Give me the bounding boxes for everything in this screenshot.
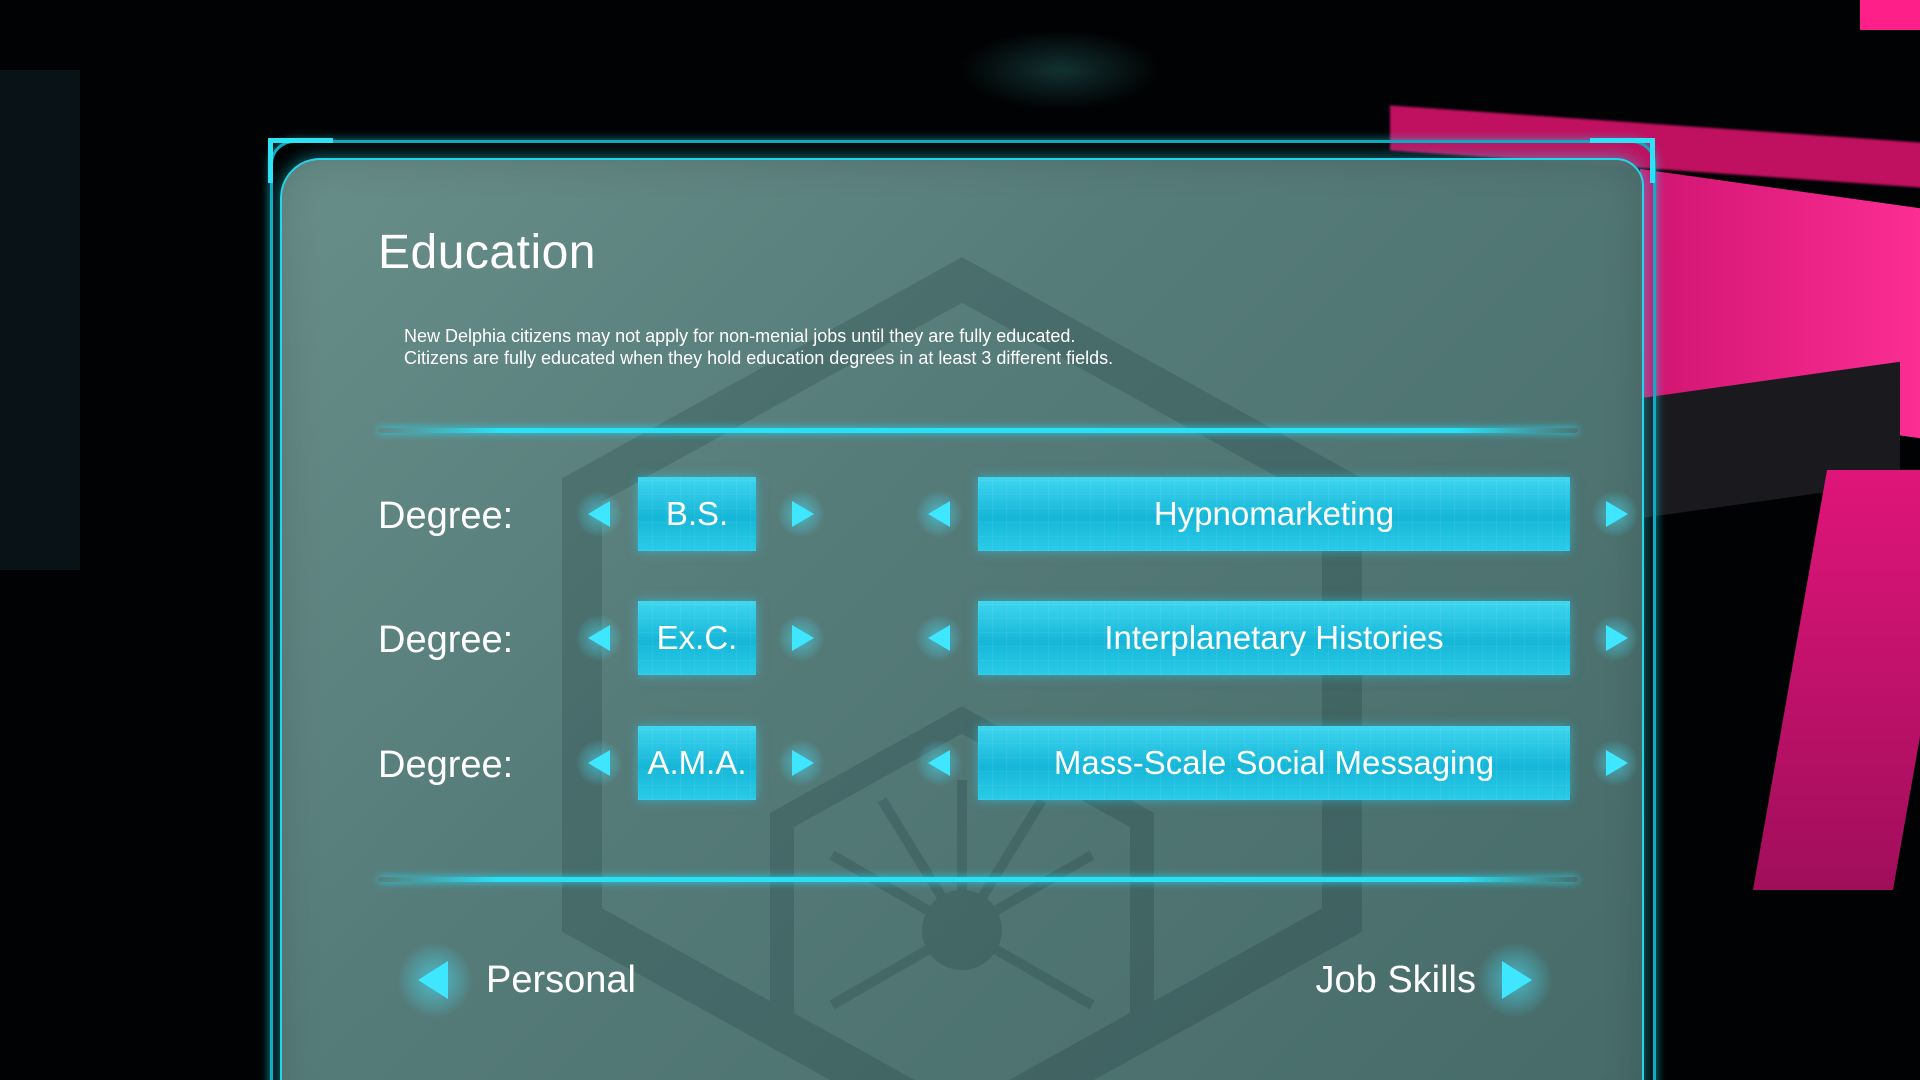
degree-type-value: Ex.C.	[656, 619, 738, 656]
degree-field-prev-arrow-icon[interactable]	[916, 740, 962, 786]
degree-label: Degree:	[378, 619, 514, 661]
divider-top	[378, 428, 1578, 433]
screen-title: Education	[378, 226, 596, 279]
degree-type-prev-arrow-icon[interactable]	[576, 740, 622, 786]
background-glow	[960, 30, 1160, 110]
degree-field-next-arrow-icon[interactable]	[1592, 615, 1638, 661]
screen-description: New Delphia citizens may not apply for n…	[404, 325, 1113, 369]
degree-field-selector[interactable]: Mass-Scale Social Messaging	[978, 726, 1570, 800]
degree-type-value: A.M.A.	[647, 744, 747, 781]
chevron-left-icon	[398, 943, 472, 1017]
degree-label: Degree:	[378, 744, 514, 786]
degree-type-next-arrow-icon[interactable]	[778, 491, 824, 537]
degree-field-selector[interactable]: Interplanetary Histories	[978, 601, 1570, 675]
prev-page-label: Personal	[486, 958, 636, 1001]
divider-bottom	[378, 877, 1578, 882]
degree-field-next-arrow-icon[interactable]	[1592, 740, 1638, 786]
chevron-right-icon	[1478, 943, 1552, 1017]
degree-field-prev-arrow-icon[interactable]	[916, 491, 962, 537]
degree-type-prev-arrow-icon[interactable]	[576, 615, 622, 661]
degree-row: Degree: B.S. Hypnomarketing	[378, 477, 1638, 553]
description-line: New Delphia citizens may not apply for n…	[404, 326, 1076, 346]
degree-field-next-arrow-icon[interactable]	[1592, 491, 1638, 537]
degree-field-value: Hypnomarketing	[1153, 495, 1395, 532]
education-panel: Education New Delphia citizens may not a…	[280, 158, 1644, 1080]
degree-row: Degree: A.M.A. Mass-Scale Social Messagi…	[378, 726, 1638, 802]
background-left-panel	[0, 70, 80, 570]
background-pink-sign	[1860, 0, 1920, 30]
next-page-label: Job Skills	[1315, 958, 1477, 1001]
degree-type-prev-arrow-icon[interactable]	[576, 491, 622, 537]
degree-type-next-arrow-icon[interactable]	[778, 740, 824, 786]
degree-type-selector[interactable]: B.S.	[638, 477, 756, 551]
degree-type-next-arrow-icon[interactable]	[778, 615, 824, 661]
degree-type-selector[interactable]: A.M.A.	[638, 726, 756, 800]
next-page-button[interactable]: Job Skills	[1315, 940, 1552, 1020]
degree-field-prev-arrow-icon[interactable]	[916, 615, 962, 661]
degree-type-selector[interactable]: Ex.C.	[638, 601, 756, 675]
degree-field-selector[interactable]: Hypnomarketing	[978, 477, 1570, 551]
degree-row: Degree: Ex.C. Interplanetary Histories	[378, 601, 1638, 677]
game-screen: Education New Delphia citizens may not a…	[0, 0, 1920, 1080]
prev-page-button[interactable]: Personal	[398, 940, 636, 1020]
degree-field-value: Mass-Scale Social Messaging	[1053, 744, 1495, 781]
background-pink-pillar	[1752, 470, 1920, 890]
degree-label: Degree:	[378, 495, 514, 537]
degree-field-value: Interplanetary Histories	[1104, 619, 1444, 656]
description-line: Citizens are fully educated when they ho…	[404, 348, 1114, 368]
degree-type-value: B.S.	[665, 495, 729, 532]
